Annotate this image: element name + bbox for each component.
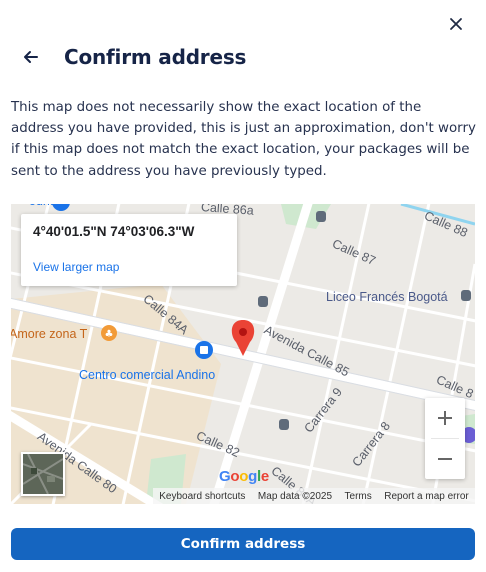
page-title: Confirm address — [64, 45, 247, 69]
close-icon — [450, 18, 462, 30]
close-button[interactable] — [446, 14, 466, 34]
report-map-error-link[interactable]: Report a map error — [384, 491, 468, 502]
keyboard-shortcuts-link[interactable]: Keyboard shortcuts — [159, 491, 245, 502]
poi-label[interactable]: Amore zona T — [11, 327, 87, 341]
coordinates-text: 4°40'01.5"N 74°03'06.3"W — [33, 224, 195, 239]
satellite-thumbnail-icon — [23, 454, 63, 494]
street-label: ountry — [29, 204, 64, 208]
map-data-text: Map data ©2025 — [257, 490, 333, 502]
poi-label[interactable]: Centro comercial Andino — [79, 368, 215, 382]
satellite-toggle-button[interactable] — [21, 452, 65, 496]
header: Confirm address — [22, 40, 246, 74]
view-larger-map-link[interactable]: View larger map — [33, 260, 119, 274]
confirm-address-button[interactable]: Confirm address — [11, 528, 475, 560]
terms-link[interactable]: Terms — [345, 491, 372, 502]
zoom-in-button[interactable] — [425, 398, 465, 438]
map-footer: Keyboard shortcuts Map data ©2025 Terms … — [153, 488, 475, 504]
zoom-out-button[interactable] — [425, 439, 465, 479]
poi-label[interactable]: Liceo Francés Bogotá — [326, 290, 448, 304]
minus-icon — [438, 458, 452, 460]
map-view[interactable]: ♣ Calle 86a Calle 87 Calle 88 ountry Cal… — [11, 204, 475, 504]
zoom-controls — [425, 398, 465, 479]
map-info-card: 4°40'01.5"N 74°03'06.3"W View larger map — [21, 214, 237, 286]
plus-icon — [438, 411, 452, 425]
back-button[interactable] — [22, 47, 42, 67]
svg-text:♣: ♣ — [105, 329, 114, 340]
map-disclaimer: This map does not necessarily show the e… — [11, 100, 476, 179]
google-logo: Google — [219, 468, 269, 485]
arrow-left-icon — [24, 51, 38, 63]
